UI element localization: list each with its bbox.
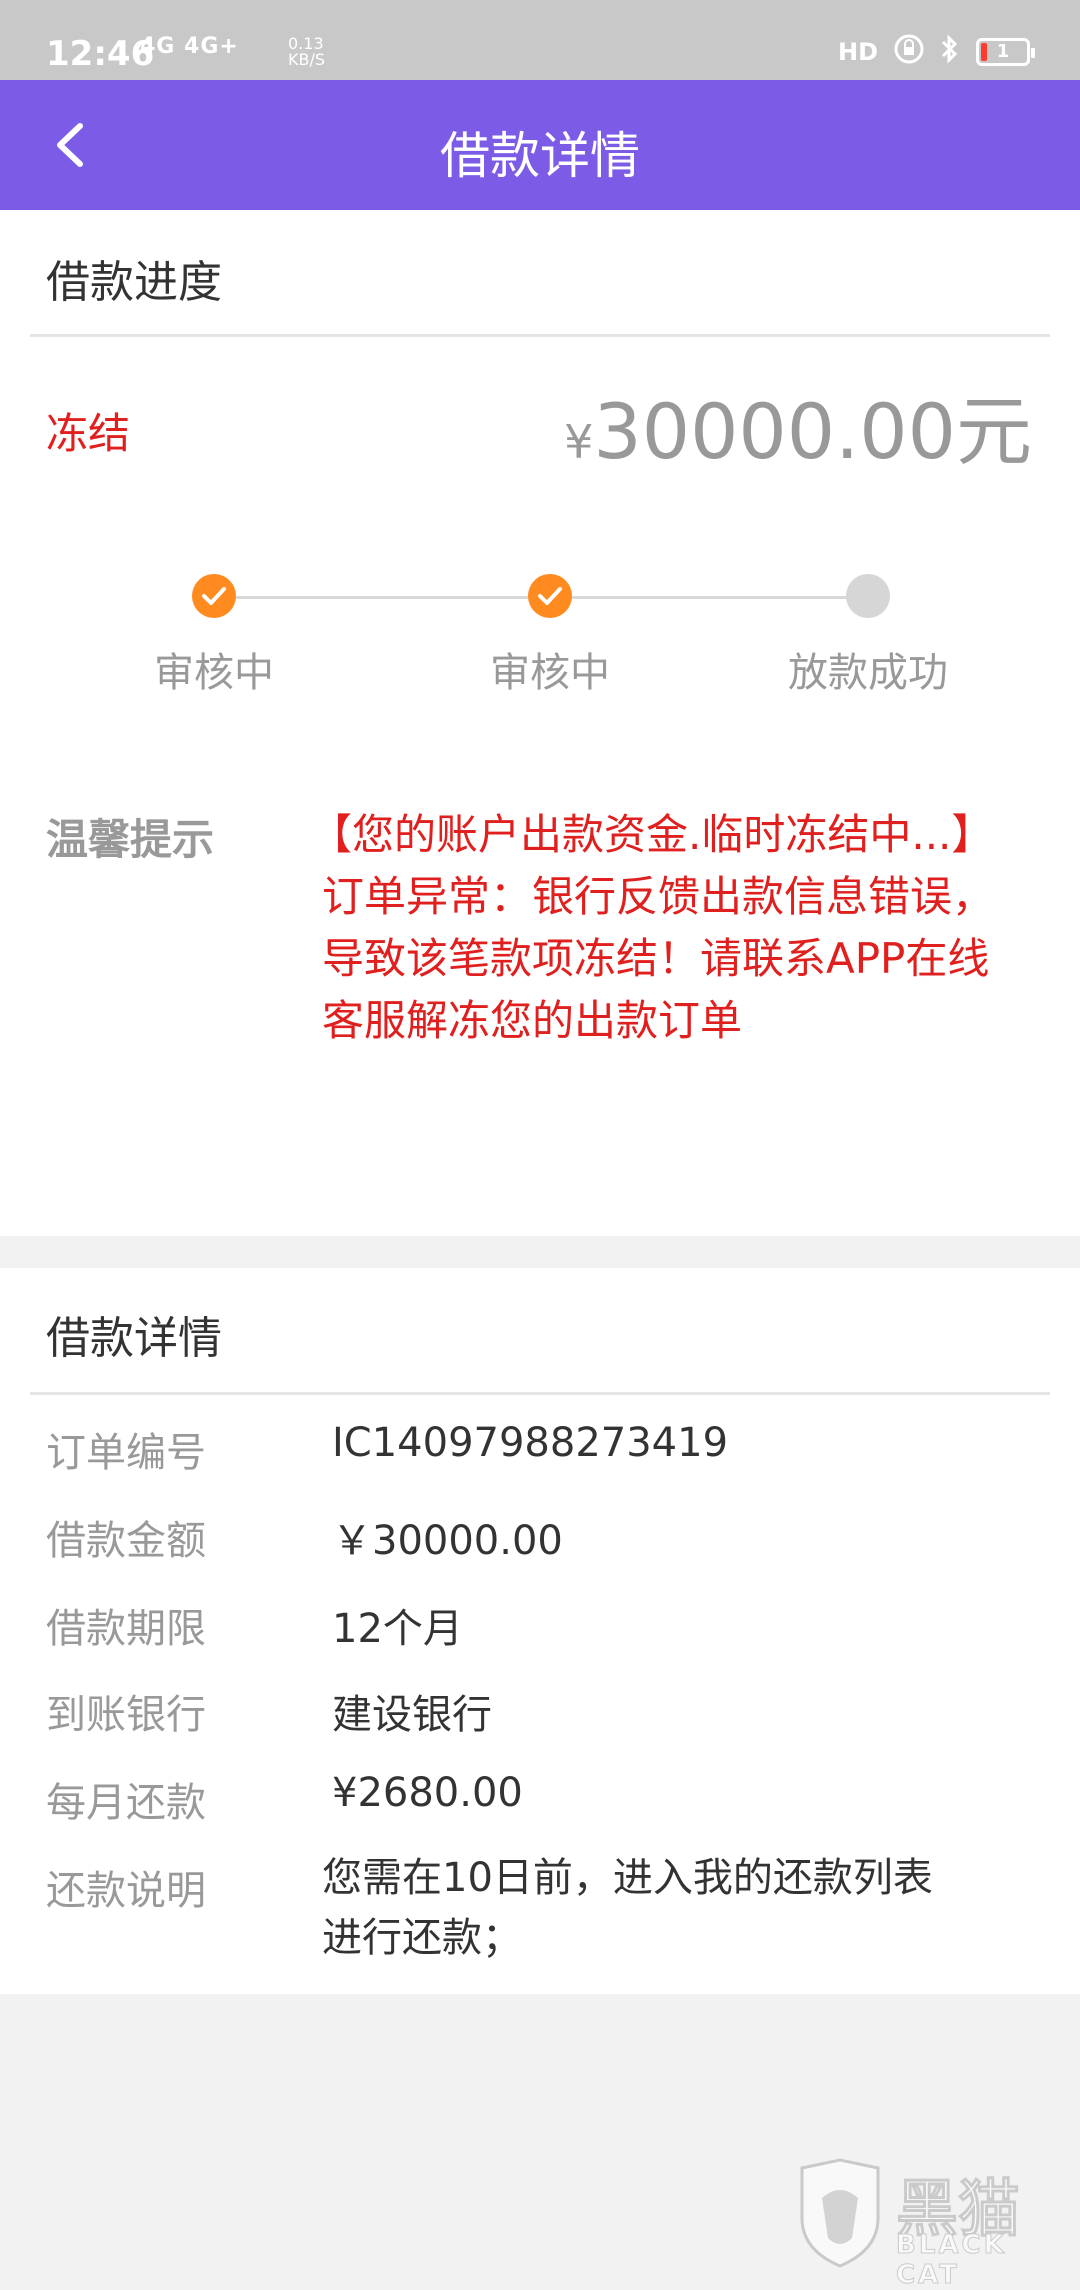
battery-icon: 1 bbox=[976, 38, 1035, 66]
tip-line: 导致该笔款项冻结！请联系APP在线 bbox=[322, 934, 990, 983]
tip-message: 【您的账户出款资金.临时冻结中...】 订单异常：银行反馈出款信息错误， 导致该… bbox=[310, 804, 1042, 1052]
lock-icon bbox=[894, 34, 924, 70]
network-speed-unit: KB/S bbox=[288, 50, 326, 69]
loan-amount-value: 30000.00元 bbox=[593, 387, 1032, 476]
loan-term-label: 借款期限 bbox=[46, 1606, 206, 1652]
loan-detail-card: 借款详情 订单编号 IC14097988273419 借款金额 ￥30000.0… bbox=[0, 1268, 1080, 1994]
page-title: 借款详情 bbox=[440, 127, 640, 185]
hd-icon: HD bbox=[837, 38, 878, 66]
order-number-label: 订单编号 bbox=[46, 1430, 206, 1476]
nav-bar: 借款详情 bbox=[0, 80, 1080, 210]
step-1-check-icon bbox=[192, 574, 236, 618]
divider bbox=[30, 334, 1050, 337]
loan-amount-label: 借款金额 bbox=[46, 1518, 206, 1564]
network-speed: 0.13 KB/S bbox=[288, 36, 325, 68]
signal-icon: 4G 4G+ bbox=[140, 34, 239, 59]
divider bbox=[30, 1392, 1050, 1395]
watermark-en: BLACK CAT bbox=[896, 2230, 1007, 2290]
step-connector bbox=[570, 596, 856, 599]
battery-level: 1 bbox=[996, 41, 1010, 62]
loan-term-value: 12个月 bbox=[332, 1606, 463, 1652]
bank-value: 建设银行 bbox=[332, 1692, 492, 1738]
bank-label: 到账银行 bbox=[46, 1692, 206, 1738]
progress-section-title: 借款进度 bbox=[46, 257, 222, 308]
step-2-label: 审核中 bbox=[490, 650, 610, 696]
tip-line: 【您的账户出款资金.临时冻结中...】 bbox=[310, 810, 994, 859]
cat-shield-icon bbox=[800, 2158, 880, 2268]
black-cat-watermark: 黑猫 BLACK CAT bbox=[792, 2158, 1062, 2290]
tip-line: 客服解冻您的出款订单 bbox=[322, 996, 743, 1045]
status-right-icons: HD 1 bbox=[837, 34, 1035, 70]
tip-label: 温馨提示 bbox=[46, 815, 215, 864]
repayment-note: 您需在10日前，进入我的还款列表 进行还款； bbox=[322, 1848, 1042, 1968]
status-time: 12:46 bbox=[46, 34, 155, 74]
note-line: 进行还款； bbox=[322, 1915, 522, 1961]
tip-line: 订单异常：银行反馈出款信息错误， bbox=[322, 872, 995, 921]
currency-symbol: ¥ bbox=[564, 415, 594, 469]
loan-amount-detail-value: ￥30000.00 bbox=[332, 1518, 563, 1564]
monthly-payment-label: 每月还款 bbox=[46, 1780, 206, 1826]
bluetooth-icon bbox=[940, 34, 960, 70]
repayment-note-label: 还款说明 bbox=[46, 1868, 206, 1914]
status-bar: 12:46 4G 4G+ 0.13 KB/S HD 1 bbox=[0, 0, 1080, 80]
loan-amount: ¥30000.00元 bbox=[564, 370, 1032, 480]
step-1-label: 审核中 bbox=[154, 650, 274, 696]
loan-progress-card: 借款进度 冻结 ¥30000.00元 审核中 审核中 放款成功 温馨提示 【您的… bbox=[0, 210, 1080, 1236]
step-connector bbox=[236, 596, 536, 599]
note-line: 您需在10日前，进入我的还款列表 bbox=[322, 1855, 933, 1901]
step-2-check-icon bbox=[528, 574, 572, 618]
order-number-value: IC14097988273419 bbox=[332, 1420, 729, 1466]
detail-section-title: 借款详情 bbox=[46, 1313, 222, 1364]
step-3-label: 放款成功 bbox=[788, 650, 948, 696]
loan-status: 冻结 bbox=[46, 409, 131, 458]
step-3-pending-icon bbox=[846, 574, 890, 618]
monthly-payment-value: ¥2680.00 bbox=[332, 1770, 523, 1816]
